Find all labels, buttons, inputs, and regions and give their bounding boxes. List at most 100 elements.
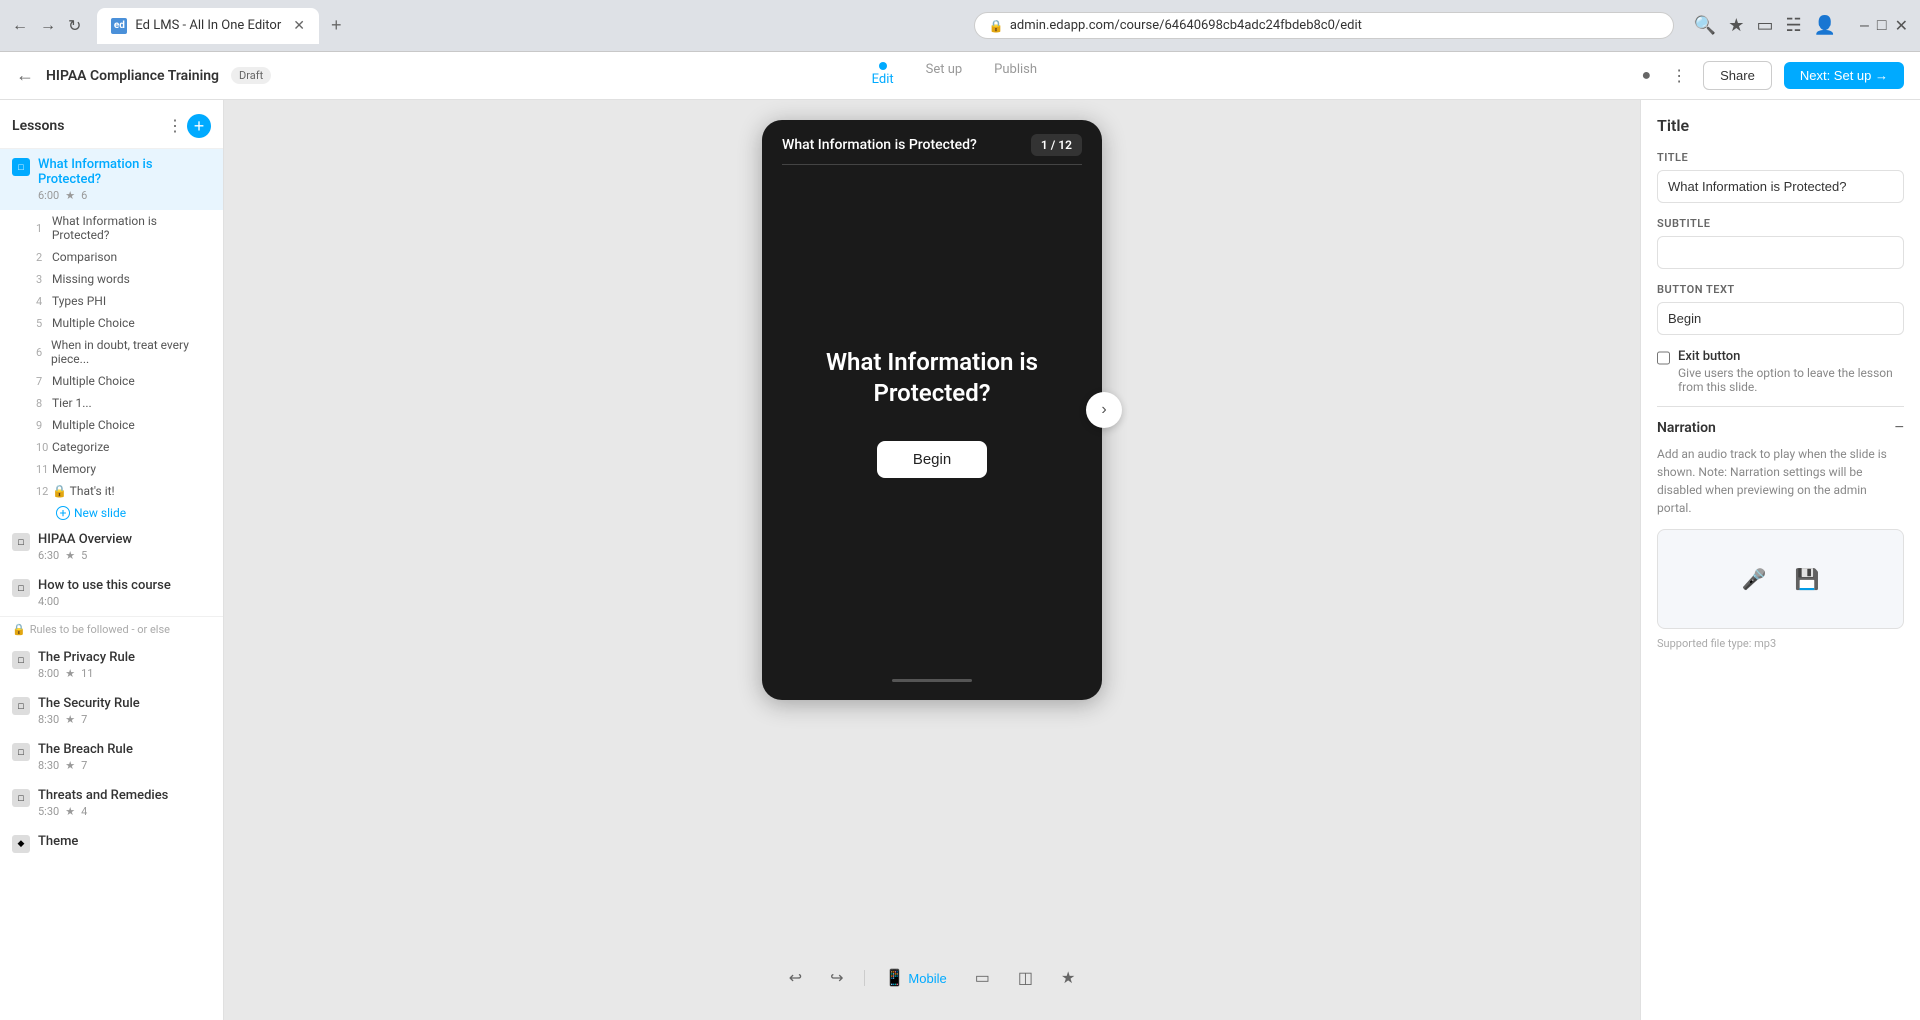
theme-icon: ◆ [12, 835, 30, 853]
forward-button[interactable]: → [40, 17, 56, 35]
lessons-more-button[interactable]: ⋮ [167, 114, 183, 138]
slide-item-7[interactable]: 7 Multiple Choice [28, 370, 223, 392]
narration-header: Narration − [1657, 419, 1904, 437]
narration-desc: Add an audio track to play when the slid… [1657, 445, 1904, 517]
lesson-content: The Security Rule 8:30 ★ 7 [38, 696, 140, 726]
exit-button-checkbox[interactable] [1657, 351, 1670, 365]
slide-item-10[interactable]: 10 Categorize [28, 436, 223, 458]
undo-icon: ↩ [789, 968, 802, 988]
sidebar-item-how-to-use[interactable]: □ How to use this course 4:00 [0, 570, 223, 616]
new-tab-button[interactable]: + [323, 11, 350, 40]
profile-icon[interactable]: 👤 [1814, 15, 1836, 36]
title-field-label: TITLE [1657, 151, 1904, 164]
audio-upload-area[interactable]: 🎤 💾 [1657, 529, 1904, 629]
sidebar-item-hipaa-overview[interactable]: □ HIPAA Overview 6:30 ★ 5 [0, 524, 223, 570]
slide-label: Types PHI [52, 294, 106, 308]
slide-label: Comparison [52, 250, 117, 264]
extensions-icon[interactable]: ▭ [1756, 15, 1773, 36]
add-lesson-button[interactable]: + [187, 114, 211, 138]
slide-item-1[interactable]: 1 What Information is Protected? [28, 210, 223, 246]
star-button[interactable]: ★ [1053, 964, 1083, 992]
phone-progress: 1 / 12 [1031, 134, 1082, 156]
sidebar-item-privacy-rule[interactable]: □ The Privacy Rule 8:00 ★ 11 [0, 642, 223, 688]
sidebar-item-security-rule[interactable]: □ The Security Rule 8:30 ★ 7 [0, 688, 223, 734]
undo-button[interactable]: ↩ [781, 964, 810, 992]
redo-button[interactable]: ↪ [822, 964, 851, 992]
lesson-content: Threats and Remedies 5:30 ★ 4 [38, 788, 168, 818]
more-options-icon[interactable]: ⋮ [1667, 62, 1691, 90]
lesson-stars: 4 [81, 805, 87, 818]
tab-close-button[interactable]: ✕ [293, 18, 305, 34]
sidebar-item-what-information[interactable]: □ What Information is Protected? 6:00 ★ … [0, 149, 223, 210]
tablet-view-button[interactable]: ▭ [967, 964, 998, 992]
lesson-stars: 7 [81, 713, 87, 726]
lesson-content: The Privacy Rule 8:00 ★ 11 [38, 650, 135, 680]
star-icon: ★ [65, 759, 75, 772]
subtitle-input[interactable] [1657, 236, 1904, 269]
sidebar-toggle-icon[interactable]: ☵ [1785, 15, 1801, 36]
phone-begin-button[interactable]: Begin [877, 441, 987, 478]
slide-item-3[interactable]: 3 Missing words [28, 268, 223, 290]
next-slide-button[interactable]: › [1086, 392, 1122, 428]
mobile-view-button[interactable]: 📱 Mobile [877, 964, 955, 992]
lesson-name: What Information is Protected? [38, 157, 211, 187]
lesson-meta: 6:00 ★ 6 [38, 189, 211, 202]
slide-item-6[interactable]: 6 When in doubt, treat every piece... [28, 334, 223, 370]
tab-favicon: ed [111, 18, 127, 34]
step-edit-label: Edit [872, 72, 894, 87]
next-setup-button[interactable]: Next: Set up → [1784, 62, 1904, 89]
maximize-button[interactable]: □ [1877, 16, 1887, 36]
mobile-icon: 📱 [885, 968, 905, 988]
search-icon[interactable]: 🔍 [1694, 15, 1716, 36]
title-input[interactable] [1657, 170, 1904, 203]
step-publish-label: Publish [994, 62, 1037, 77]
step-publish[interactable]: Publish [994, 62, 1037, 89]
slide-item-9[interactable]: 9 Multiple Choice [28, 414, 223, 436]
slide-item-12[interactable]: 12 🔒 That's it! [28, 480, 223, 502]
new-slide-button[interactable]: + New slide [28, 502, 223, 524]
exit-button-label: Exit button [1678, 349, 1904, 364]
button-text-input[interactable] [1657, 302, 1904, 335]
slide-label: Missing words [52, 272, 130, 286]
window-controls: – □ ✕ [1860, 16, 1908, 36]
close-button[interactable]: ✕ [1895, 16, 1908, 36]
narration-collapse-button[interactable]: − [1895, 419, 1904, 437]
share-button[interactable]: Share [1703, 61, 1772, 90]
slide-num: 7 [36, 375, 48, 388]
browser-tab[interactable]: ed Ed LMS - All In One Editor ✕ [97, 8, 319, 44]
lesson-content: The Breach Rule 8:30 ★ 7 [38, 742, 133, 772]
back-button[interactable]: ← [12, 17, 28, 35]
lock-icon: 🔒 [989, 19, 1004, 33]
slide-label: Multiple Choice [52, 316, 135, 330]
sidebar-item-threats-remedies[interactable]: □ Threats and Remedies 5:30 ★ 4 [0, 780, 223, 826]
slide-item-5[interactable]: 5 Multiple Choice [28, 312, 223, 334]
app-bar-right: ● ⋮ Share Next: Set up → [1637, 61, 1904, 90]
slide-item-8[interactable]: 8 Tier 1... [28, 392, 223, 414]
bookmark-icon[interactable]: ★ [1728, 15, 1744, 36]
sidebar-item-breach-rule[interactable]: □ The Breach Rule 8:30 ★ 7 [0, 734, 223, 780]
reload-button[interactable]: ↻ [68, 16, 81, 36]
step-setup[interactable]: Set up [926, 62, 963, 89]
address-bar[interactable]: 🔒 admin.edapp.com/course/64640698cb4adc2… [974, 12, 1674, 39]
back-to-courses-button[interactable]: ← [16, 65, 34, 86]
lesson-icon: □ [12, 533, 30, 551]
lesson-time: 6:30 [38, 549, 59, 562]
slide-item-4[interactable]: 4 Types PHI [28, 290, 223, 312]
sidebar-header: Lessons ⋮ + [0, 100, 223, 149]
sidebar-item-theme[interactable]: ◆ Theme [0, 826, 223, 861]
audio-record-button[interactable]: 🎤 [1734, 559, 1775, 600]
slide-item-2[interactable]: 2 Comparison [28, 246, 223, 268]
star-icon: ★ [65, 667, 75, 680]
slide-item-11[interactable]: 11 Memory [28, 458, 223, 480]
tab-bar: ed Ed LMS - All In One Editor ✕ + [97, 8, 965, 44]
lesson-meta: 8:00 ★ 11 [38, 667, 135, 680]
lesson-meta: 4:00 [38, 595, 171, 608]
step-edit[interactable]: Edit [872, 62, 894, 89]
history-icon[interactable]: ● [1637, 63, 1655, 89]
slide-num: 8 [36, 397, 48, 410]
desktop-view-button[interactable]: ◫ [1010, 964, 1041, 992]
phone-lesson-title: What Information is Protected? [782, 137, 1031, 153]
audio-upload-button[interactable]: 💾 [1787, 559, 1828, 600]
lesson-stars: 7 [81, 759, 87, 772]
minimize-button[interactable]: – [1860, 16, 1869, 36]
